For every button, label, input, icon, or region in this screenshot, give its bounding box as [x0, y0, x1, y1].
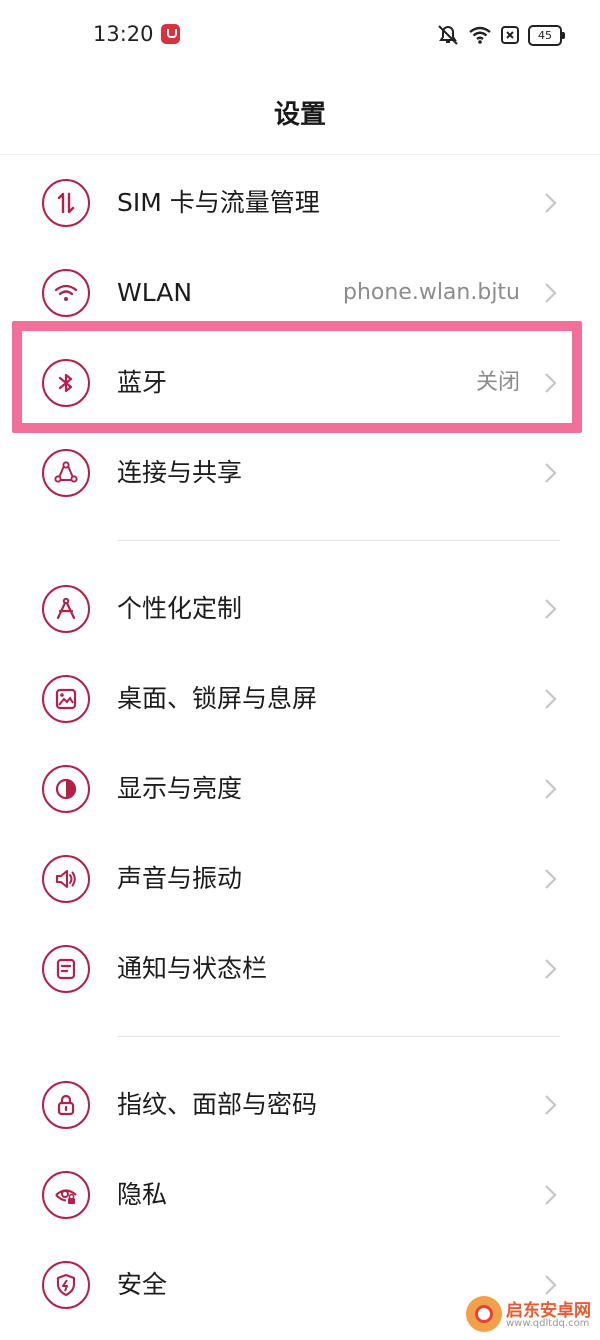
bluetooth-highlight-frame	[12, 321, 582, 433]
sim-data-icon	[42, 179, 90, 227]
watermark: 启东安卓网 www.qdltdq.com	[466, 1296, 594, 1336]
chevron-right-icon	[545, 959, 557, 979]
settings-item-label: 桌面、锁屏与息屏	[117, 684, 318, 713]
privacy-eye-icon	[42, 1171, 90, 1219]
battery-indicator: 45	[528, 24, 565, 46]
chevron-right-icon	[545, 463, 557, 483]
settings-item-label: 显示与亮度	[117, 774, 243, 803]
settings-item-personalization[interactable]: 个性化定制	[0, 564, 600, 654]
status-bar: 13:20 45	[0, 0, 600, 70]
settings-item-connection-sharing[interactable]: 连接与共享	[0, 428, 600, 518]
chevron-right-icon	[545, 869, 557, 889]
group-divider	[117, 540, 560, 541]
wifi-icon	[469, 26, 491, 44]
wallpaper-icon	[42, 675, 90, 723]
settings-item-home-lock-screen[interactable]: 桌面、锁屏与息屏	[0, 654, 600, 744]
settings-item-label: 连接与共享	[117, 458, 243, 487]
settings-item-privacy[interactable]: 隐私	[0, 1150, 600, 1240]
chevron-right-icon	[545, 1275, 557, 1295]
status-time: 13:20	[93, 22, 154, 46]
mute-icon	[438, 25, 458, 45]
settings-item-label: SIM 卡与流量管理	[117, 188, 320, 217]
share-connection-icon	[42, 449, 90, 497]
chevron-right-icon	[545, 599, 557, 619]
settings-item-notifications-status-bar[interactable]: 通知与状态栏	[0, 924, 600, 1014]
status-icons: 45	[436, 22, 565, 48]
settings-item-label: 隐私	[117, 1180, 168, 1209]
settings-item-sound-vibration[interactable]: 声音与振动	[0, 834, 600, 924]
shield-icon	[42, 1261, 90, 1309]
watermark-url: www.qdltdq.com	[506, 1318, 590, 1329]
speaker-icon	[42, 855, 90, 903]
settings-item-label: 指纹、面部与密码	[117, 1090, 318, 1119]
compass-drafting-icon	[42, 585, 90, 633]
watermark-logo	[466, 1296, 502, 1332]
chevron-right-icon	[545, 1095, 557, 1115]
chevron-right-icon	[545, 779, 557, 799]
lock-icon	[42, 1081, 90, 1129]
settings-item-label: 通知与状态栏	[117, 954, 268, 983]
settings-item-label: 声音与振动	[117, 864, 243, 893]
settings-item-display-brightness[interactable]: 显示与亮度	[0, 744, 600, 834]
wifi-icon	[42, 269, 90, 317]
app-notification-icon	[161, 24, 180, 44]
group-divider	[117, 1036, 560, 1037]
brightness-icon	[42, 765, 90, 813]
notification-panel-icon	[42, 945, 90, 993]
settings-item-sim[interactable]: SIM 卡与流量管理	[0, 158, 600, 248]
chevron-right-icon	[545, 1185, 557, 1205]
chevron-right-icon	[545, 689, 557, 709]
settings-item-label: 个性化定制	[117, 594, 243, 623]
settings-item-fingerprint-face-password[interactable]: 指纹、面部与密码	[0, 1060, 600, 1150]
page-title: 设置	[273, 100, 326, 130]
chevron-right-icon	[545, 193, 557, 213]
chevron-right-icon	[545, 283, 557, 303]
page-header: 设置	[0, 70, 600, 155]
settings-item-label: 安全	[117, 1270, 168, 1299]
sim-error-icon	[501, 26, 519, 44]
